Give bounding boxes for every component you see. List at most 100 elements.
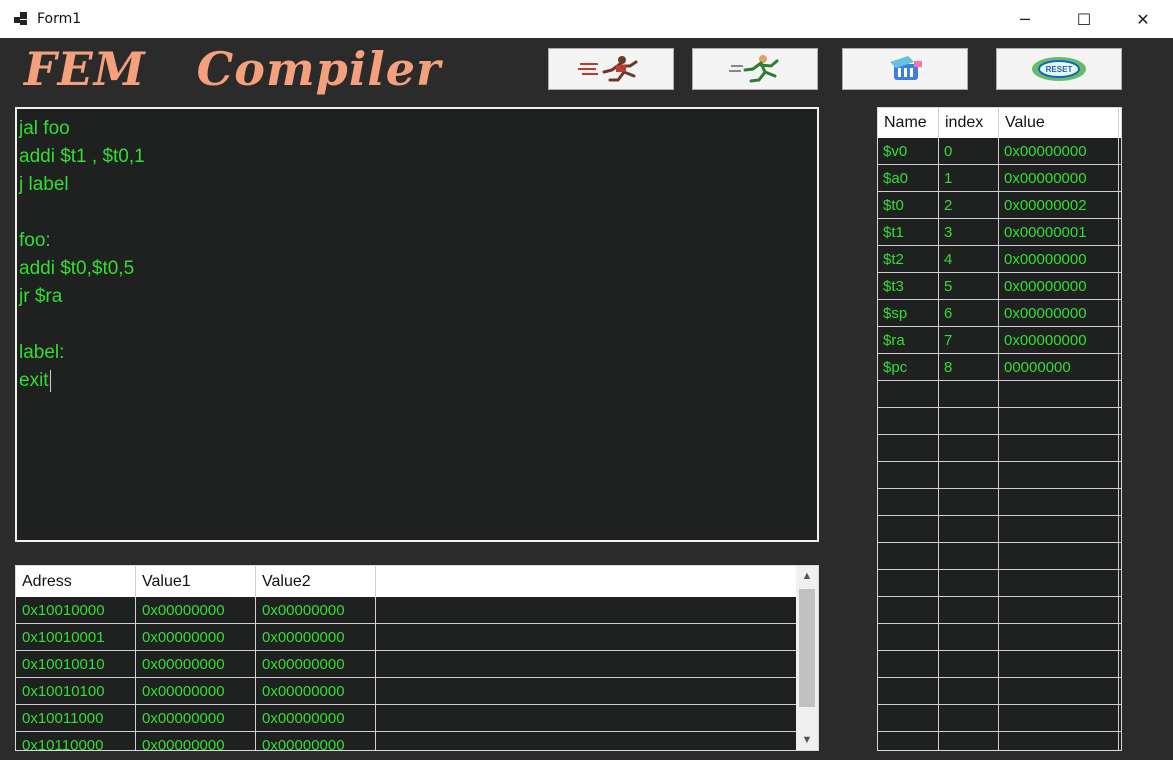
cell-register-value[interactable] [999,624,1119,651]
cell-register-value[interactable] [999,543,1119,570]
cell-register-index[interactable] [939,435,999,462]
cell-register-index[interactable] [939,651,999,678]
empty-table-row[interactable] [878,705,1121,732]
cell-register-name[interactable]: $sp [878,300,939,327]
table-row[interactable]: 0x10010010 0x00000000 0x00000000 [16,651,796,678]
cell-register-index[interactable] [939,570,999,597]
cell-register-name[interactable] [878,543,939,570]
cell-value1[interactable]: 0x00000000 [136,597,256,624]
cell-register-index[interactable]: 2 [939,192,999,219]
empty-table-row[interactable] [878,732,1121,750]
cell-register-value[interactable] [999,408,1119,435]
table-row[interactable]: $a0 1 0x00000000 [878,165,1121,192]
cell-address[interactable]: 0x10110000 [16,732,136,750]
cell-value1[interactable]: 0x00000000 [136,705,256,732]
cell-value2[interactable]: 0x00000000 [256,624,376,651]
cell-register-index[interactable] [939,489,999,516]
cell-register-index[interactable]: 7 [939,327,999,354]
empty-table-row[interactable] [878,408,1121,435]
column-header-value1[interactable]: Value1 [136,566,256,597]
table-row[interactable]: $t2 4 0x00000000 [878,246,1121,273]
cell-value2[interactable]: 0x00000000 [256,678,376,705]
cell-register-index[interactable] [939,678,999,705]
cell-value2[interactable]: 0x00000000 [256,705,376,732]
cell-register-value[interactable] [999,651,1119,678]
cell-register-value[interactable]: 0x00000002 [999,192,1119,219]
code-editor[interactable]: jal foo addi $t1 , $t0,1 j label foo: ad… [15,107,819,542]
memory-grid-scrollbar[interactable]: ▲ ▼ [796,566,818,750]
cell-register-name[interactable]: $t1 [878,219,939,246]
cell-value1[interactable]: 0x00000000 [136,732,256,750]
cell-register-value[interactable]: 0x00000000 [999,165,1119,192]
cell-value2[interactable]: 0x00000000 [256,651,376,678]
cell-address[interactable]: 0x10011000 [16,705,136,732]
cell-value1[interactable]: 0x00000000 [136,651,256,678]
cell-register-value[interactable]: 0x00000000 [999,300,1119,327]
cell-register-name[interactable] [878,651,939,678]
empty-table-row[interactable] [878,678,1121,705]
table-row[interactable]: $sp 6 0x00000000 [878,300,1121,327]
scroll-thumb[interactable] [799,589,815,707]
cell-register-index[interactable]: 8 [939,354,999,381]
empty-table-row[interactable] [878,570,1121,597]
table-row[interactable]: 0x10110000 0x00000000 0x00000000 [16,732,796,750]
cell-register-value[interactable] [999,732,1119,750]
cell-register-name[interactable]: $v0 [878,138,939,165]
cell-register-index[interactable]: 5 [939,273,999,300]
table-row[interactable]: $pc 8 00000000 [878,354,1121,381]
cell-register-name[interactable]: $t0 [878,192,939,219]
table-row[interactable]: 0x10010000 0x00000000 0x00000000 [16,597,796,624]
cell-register-value[interactable]: 0x00000000 [999,273,1119,300]
reset-button[interactable]: RESET [996,48,1122,90]
cell-register-name[interactable] [878,489,939,516]
empty-table-row[interactable] [878,597,1121,624]
empty-table-row[interactable] [878,489,1121,516]
empty-table-row[interactable] [878,381,1121,408]
cell-register-name[interactable]: $t3 [878,273,939,300]
column-header-value2[interactable]: Value2 [256,566,376,597]
empty-table-row[interactable] [878,516,1121,543]
cell-register-name[interactable]: $pc [878,354,939,381]
empty-table-row[interactable] [878,651,1121,678]
cell-register-name[interactable] [878,624,939,651]
scroll-down-icon[interactable]: ▼ [796,730,818,750]
cell-register-index[interactable]: 4 [939,246,999,273]
cell-register-index[interactable] [939,597,999,624]
cell-register-name[interactable] [878,732,939,750]
cell-register-index[interactable]: 1 [939,165,999,192]
cell-register-value[interactable] [999,516,1119,543]
cell-register-index[interactable] [939,624,999,651]
cell-register-value[interactable] [999,678,1119,705]
cell-register-index[interactable] [939,516,999,543]
cell-value2[interactable]: 0x00000000 [256,597,376,624]
cell-register-name[interactable] [878,678,939,705]
table-row[interactable]: $v0 0 0x00000000 [878,138,1121,165]
cell-address[interactable]: 0x10010001 [16,624,136,651]
empty-table-row[interactable] [878,462,1121,489]
cell-address[interactable]: 0x10010010 [16,651,136,678]
minimize-button[interactable]: ─ [996,0,1054,38]
close-button[interactable]: ✕ [1114,0,1172,38]
table-row[interactable]: $t0 2 0x00000002 [878,192,1121,219]
cell-register-name[interactable]: $ra [878,327,939,354]
column-header-address[interactable]: Adress [16,566,136,597]
cell-register-index[interactable] [939,732,999,750]
cell-register-name[interactable] [878,597,939,624]
scroll-up-icon[interactable]: ▲ [796,566,818,586]
cell-address[interactable]: 0x10010000 [16,597,136,624]
cell-value2[interactable]: 0x00000000 [256,732,376,750]
cell-register-value[interactable]: 0x00000000 [999,246,1119,273]
cell-value1[interactable]: 0x00000000 [136,678,256,705]
cell-register-value[interactable]: 0x00000000 [999,327,1119,354]
cell-register-value[interactable] [999,570,1119,597]
cell-register-index[interactable] [939,462,999,489]
step-button[interactable] [692,48,818,90]
memory-button[interactable] [842,48,968,90]
cell-register-index[interactable] [939,543,999,570]
memory-grid[interactable]: Adress Value1 Value2 0x10010000 0x000000… [15,565,819,751]
run-button[interactable] [548,48,674,90]
cell-register-index[interactable] [939,381,999,408]
cell-address[interactable]: 0x10010100 [16,678,136,705]
cell-register-index[interactable] [939,408,999,435]
cell-register-name[interactable] [878,516,939,543]
